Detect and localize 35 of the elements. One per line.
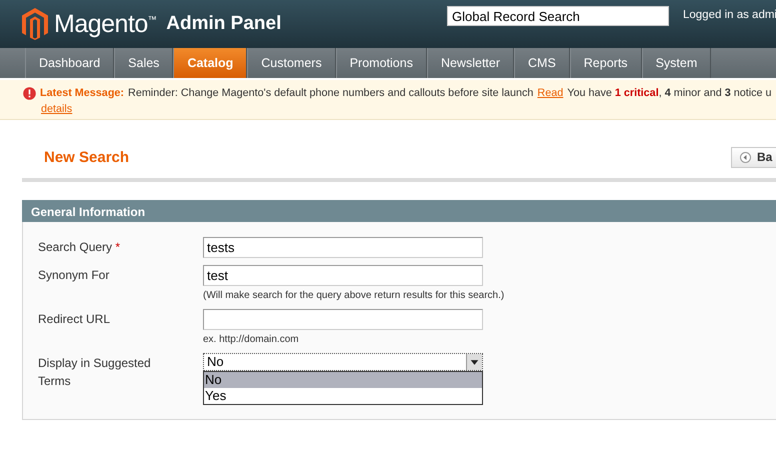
user-info: Logged in as admi: [683, 9, 776, 21]
nav-tab[interactable]: System: [642, 48, 712, 78]
details-link[interactable]: details: [41, 103, 72, 115]
text-field[interactable]: tests: [203, 237, 483, 258]
nav-tab[interactable]: Newsletter: [426, 48, 514, 78]
message-label: Latest Message:: [40, 86, 124, 101]
text-field[interactable]: [203, 309, 483, 330]
panel-title: Admin Panel: [166, 13, 282, 35]
page-title: New Search: [44, 148, 130, 166]
field-hint: ex. http://domain.com: [203, 333, 299, 346]
back-icon: [740, 152, 751, 162]
back-button[interactable]: Ba: [731, 146, 776, 168]
field-label: Search Query *: [38, 239, 122, 256]
caret-icon: [466, 354, 482, 370]
nav-tab[interactable]: CMS: [514, 48, 570, 78]
field-label: Display in Suggested Terms: [38, 355, 152, 390]
search-field[interactable]: Global Record Search: [447, 6, 669, 26]
dropdown-option[interactable]: No: [204, 372, 482, 388]
field-hint: (Will make search for the query above return results for this search.): [203, 289, 504, 302]
read-link[interactable]: Read: [537, 85, 564, 101]
section-header: General Information: [22, 200, 776, 222]
nav-tab[interactable]: Customers: [247, 48, 336, 78]
logo-text: Magento$^{™}$: [54, 10, 156, 38]
alert-icon: [23, 86, 36, 100]
select-field[interactable]: No: [203, 353, 483, 371]
nav-tab[interactable]: Dashboard: [25, 48, 114, 78]
nav-tab[interactable]: Catalog: [173, 48, 248, 78]
message-summary: You have 1 critical, 4 minor and 3 notice u: [567, 86, 772, 101]
message-text: Reminder: Change Magento's default phone numbers and callouts before site launch: [128, 86, 534, 101]
field-label: Synonym For: [38, 267, 110, 284]
nav-tab[interactable]: Promotions: [336, 48, 427, 78]
text-field[interactable]: test: [203, 265, 483, 286]
nav-tab[interactable]: Reports: [570, 48, 642, 78]
logo-icon: [22, 8, 48, 40]
field-label: Redirect URL: [38, 311, 112, 328]
